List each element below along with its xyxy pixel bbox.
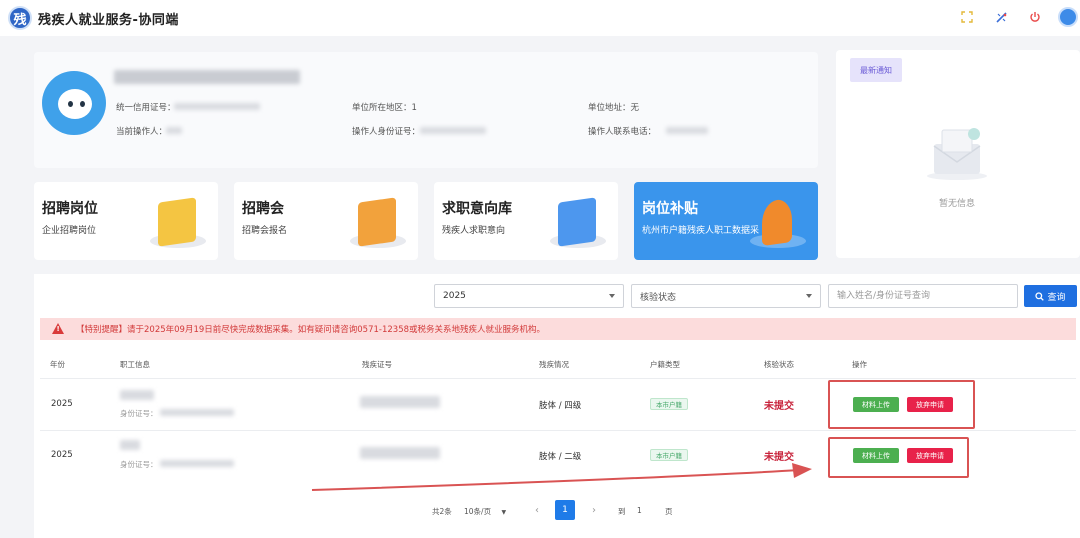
card-title: 求职意向库: [442, 201, 512, 217]
app-title: 残疾人就业服务-协同端: [38, 13, 179, 28]
card-post-subsidy[interactable]: 岗位补贴 杭州市户籍残疾人职工数据采: [634, 182, 818, 260]
operator-phone-label: 操作人联系电话：: [588, 127, 657, 137]
annotation-highlight-box: [828, 437, 969, 478]
card-subtitle: 企业招聘岗位: [42, 226, 97, 236]
operator-redacted: [166, 127, 182, 134]
row2-name-redacted: [120, 440, 140, 450]
special-reminder-alert: ! 【特别提醒】请于2025年09月19日前尽快完成数据采集。如有疑问请咨询05…: [40, 318, 1076, 340]
card-subtitle: 招聘会报名: [242, 226, 288, 236]
operator-phone-redacted: [666, 127, 708, 134]
chevron-down-icon: [806, 294, 812, 298]
annotation-highlight-box: [828, 380, 975, 429]
credit-code-redacted: [174, 103, 260, 110]
page-suffix: 页: [665, 507, 673, 516]
row2-id-redacted: [160, 460, 234, 467]
document-icon: [158, 197, 196, 247]
row1-household-badge: 本市户籍: [650, 398, 688, 410]
row2-id-label: 身份证号：: [120, 460, 158, 469]
goto-page-input[interactable]: 1: [637, 506, 642, 515]
row1-disability: 肢体 / 四级: [539, 401, 582, 411]
row1-id-redacted: [160, 409, 234, 416]
pagination-total: 共2条: [432, 507, 452, 516]
year-select[interactable]: 2025: [434, 284, 624, 308]
row2-year: 2025: [51, 450, 73, 460]
card-recruit-posts[interactable]: 招聘岗位 企业招聘岗位: [34, 182, 218, 260]
theme-icon[interactable]: [994, 10, 1008, 24]
card-title: 招聘会: [242, 201, 284, 217]
credit-code-label: 统一信用证号：: [116, 103, 176, 113]
annotation-arrow: [311, 463, 812, 491]
col-status: 核验状态: [764, 360, 794, 369]
card-job-fair[interactable]: 招聘会 招聘会报名: [234, 182, 418, 260]
operator-id-redacted: [420, 127, 486, 134]
address-label: 单位地址：无: [588, 103, 640, 113]
row1-name-redacted: [120, 390, 154, 400]
current-page-button[interactable]: 1: [555, 500, 575, 520]
search-button-label: 查询: [1047, 292, 1066, 303]
company-name-redacted: [114, 70, 300, 84]
clipboard-clock-icon: [558, 197, 596, 247]
chevron-down-icon: [609, 294, 615, 298]
row1-disability-id-redacted: [360, 396, 440, 408]
status-select[interactable]: 核验状态: [631, 284, 821, 308]
search-input[interactable]: [828, 284, 1018, 308]
user-avatar[interactable]: [1058, 7, 1078, 27]
notice-panel: 最新通知 暂无信息: [836, 50, 1080, 258]
row-divider: [40, 378, 1076, 379]
row-divider: [40, 430, 1076, 431]
empty-inbox-icon: [927, 128, 987, 180]
page-size-select[interactable]: 10条/页 ▼: [464, 506, 506, 517]
card-job-intent[interactable]: 求职意向库 残疾人求职意向: [434, 182, 618, 260]
col-disability: 残疾情况: [539, 360, 569, 369]
row1-status: 未提交: [764, 401, 794, 412]
company-profile-card: 统一信用证号： 当前操作人： 单位所在地区：1 操作人身份证号： 单位地址：无 …: [34, 52, 818, 168]
col-employee: 职工信息: [120, 360, 150, 369]
folder-icon: [358, 197, 396, 247]
power-icon[interactable]: [1028, 10, 1042, 24]
col-disability-id: 残疾证号: [362, 360, 392, 369]
search-button[interactable]: 查询: [1024, 285, 1077, 307]
fullscreen-icon[interactable]: [960, 10, 974, 24]
search-icon: [1035, 291, 1045, 301]
chevron-down-icon: ▼: [501, 509, 507, 516]
card-subtitle: 残疾人求职意向: [442, 226, 506, 236]
next-page-button[interactable]: ›: [584, 500, 604, 520]
year-select-value: 2025: [443, 291, 466, 301]
alert-text: 【特别提醒】请于2025年09月19日前尽快完成数据采集。如有疑问请咨询0571…: [76, 325, 546, 335]
notice-empty-text: 暂无信息: [939, 199, 976, 209]
person-icon: [762, 197, 792, 247]
operator-id-label: 操作人身份证号：: [352, 127, 421, 137]
operator-label: 当前操作人：: [116, 127, 168, 137]
row1-id-label: 身份证号：: [120, 409, 158, 418]
prev-page-button[interactable]: ‹: [527, 500, 547, 520]
tab-latest-notice[interactable]: 最新通知: [850, 58, 902, 82]
row1-year: 2025: [51, 399, 73, 409]
card-subtitle: 杭州市户籍残疾人职工数据采: [642, 226, 760, 236]
col-year: 年份: [50, 360, 65, 369]
goto-label: 到: [618, 507, 626, 516]
col-actions: 操作: [852, 360, 867, 369]
top-bar: 残 残疾人就业服务-协同端: [0, 0, 1080, 36]
app-logo: 残: [8, 6, 32, 30]
region-label: 单位所在地区：1: [352, 103, 417, 113]
company-avatar: [42, 71, 106, 135]
card-title: 岗位补贴: [642, 201, 698, 217]
col-household: 户籍类型: [650, 360, 680, 369]
status-select-placeholder: 核验状态: [640, 292, 677, 303]
card-title: 招聘岗位: [42, 201, 98, 217]
